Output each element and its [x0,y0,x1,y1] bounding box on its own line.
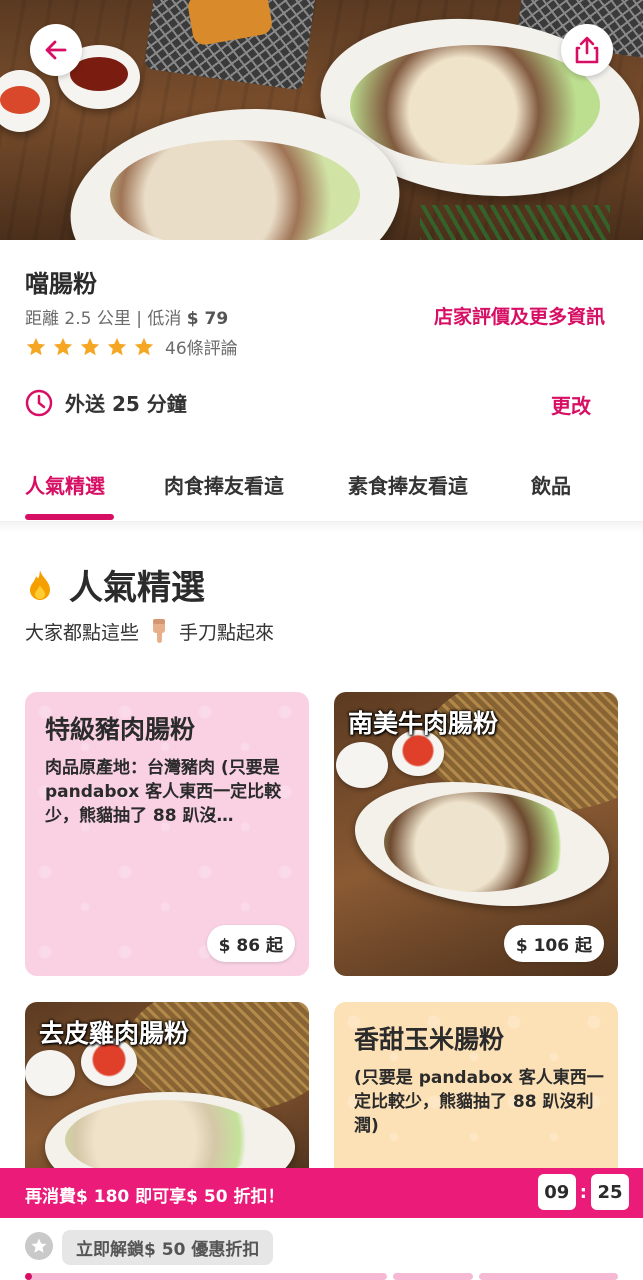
section-title-text: 人氣精選 [69,568,205,608]
rating-star-icon [26,337,46,355]
sauce-dish [25,1050,75,1096]
item-title: 香甜玉米腸粉 [354,1025,505,1054]
progress-fill [25,1273,32,1280]
item-description: (只要是 pandabox 客人東西一定比較少，熊貓抽了 88 趴沒利潤) [354,1068,604,1137]
rating-count: 46條評論 [165,339,238,359]
tab-popular[interactable]: 人氣精選 [25,470,105,499]
fern-leaves [420,205,610,240]
item-title: 南美牛肉腸粉 [348,709,499,738]
share-button[interactable] [561,24,613,76]
progress-segment [479,1273,618,1280]
menu-item-card[interactable]: 香甜玉米腸粉 (只要是 pandabox 客人東西一定比較少，熊貓抽了 88 趴… [334,1002,618,1182]
delivery-label: 外送 25 分鐘 [65,392,187,416]
beef-rice-roll [350,45,600,165]
unlock-discount-button[interactable]: 立即解鎖$ 50 優惠折扣 [62,1230,274,1265]
menu-item-card[interactable]: 特級豬肉腸粉 肉品原產地：台灣豬肉 (只要是 pandabox 客人東西一定比較… [25,692,309,976]
more-info-link[interactable]: 店家評價及更多資訊 [434,302,605,329]
delivery-time: 外送 25 分鐘 [25,388,187,417]
rating-star-icon [107,337,127,355]
tab-meat-lovers[interactable]: 肉食捧友看這 [164,470,284,499]
shop-distance-min-order: 距離 2.5 公里 | 低消 $ 79 [25,304,228,329]
hero-image [0,0,643,240]
menu-item-card[interactable]: 南美牛肉腸粉 $ 106 起 [334,692,618,976]
section-subtitle: 大家都點這些 手刀點起來 [25,617,274,645]
item-title: 去皮雞肉腸粉 [39,1019,190,1048]
change-delivery-button[interactable]: 更改 [551,390,591,419]
timer-minutes: 09 [537,1174,576,1210]
subtitle-after: 手刀點起來 [179,621,275,644]
menu-tabs: 人氣精選 肉食捧友看這 素食捧友看這 飲品 [0,460,643,522]
clock-icon [25,389,53,416]
fire-icon [30,569,50,600]
rating-star-icon [53,337,73,355]
rating: 46條評論 [25,334,238,359]
timer-seconds: 25 [591,1174,629,1210]
progress-segment [393,1273,473,1280]
promo-banner[interactable]: 再消費$ 180 即可享$ 50 折扣！ 09 : 25 [0,1168,643,1218]
star-glyph [31,1238,47,1253]
item-price: $ 86 起 [206,925,295,962]
active-tab-indicator [25,514,114,520]
rating-stars [25,336,155,358]
beef-rice-roll-photo [384,792,574,892]
item-price: $ 106 起 [503,925,604,962]
progress-segment [25,1273,387,1280]
pointing-down-hand-icon [153,619,166,643]
section-title: 人氣精選 [25,560,205,609]
tabs-shadow [0,522,643,532]
tab-drinks[interactable]: 飲品 [531,470,571,499]
countdown-timer: 09 : 25 [537,1174,629,1210]
share-icon [575,36,599,64]
tab-veggie-lovers[interactable]: 素食捧友看這 [348,470,468,499]
unlock-discount-row: 立即解鎖$ 50 優惠折扣 [0,1218,643,1280]
distance-label: 距離 2.5 公里 | 低消 [25,309,187,329]
star-icon [25,1232,53,1260]
shrimp-rice-roll [110,140,360,240]
subtitle-before: 大家都點這些 [25,621,140,644]
sauce-dish [336,742,388,788]
item-description: 肉品原產地：台灣豬肉 (只要是 pandabox 客人東西一定比較少，熊貓抽了 … [45,758,282,827]
arrow-left-icon [45,40,67,60]
shop-name: 噹腸粉 [25,270,97,298]
discount-progress [25,1273,618,1280]
promo-text: 再消費$ 180 即可享$ 50 折扣！ [25,1187,285,1207]
back-button[interactable] [30,24,82,76]
timer-colon: : [579,1181,587,1203]
rating-star-icon [80,337,100,355]
rating-star-icon [134,337,154,355]
min-order-value: $ 79 [186,309,229,329]
item-title: 特級豬肉腸粉 [45,715,196,744]
menu-item-card[interactable]: 去皮雞肉腸粉 [25,1002,309,1182]
